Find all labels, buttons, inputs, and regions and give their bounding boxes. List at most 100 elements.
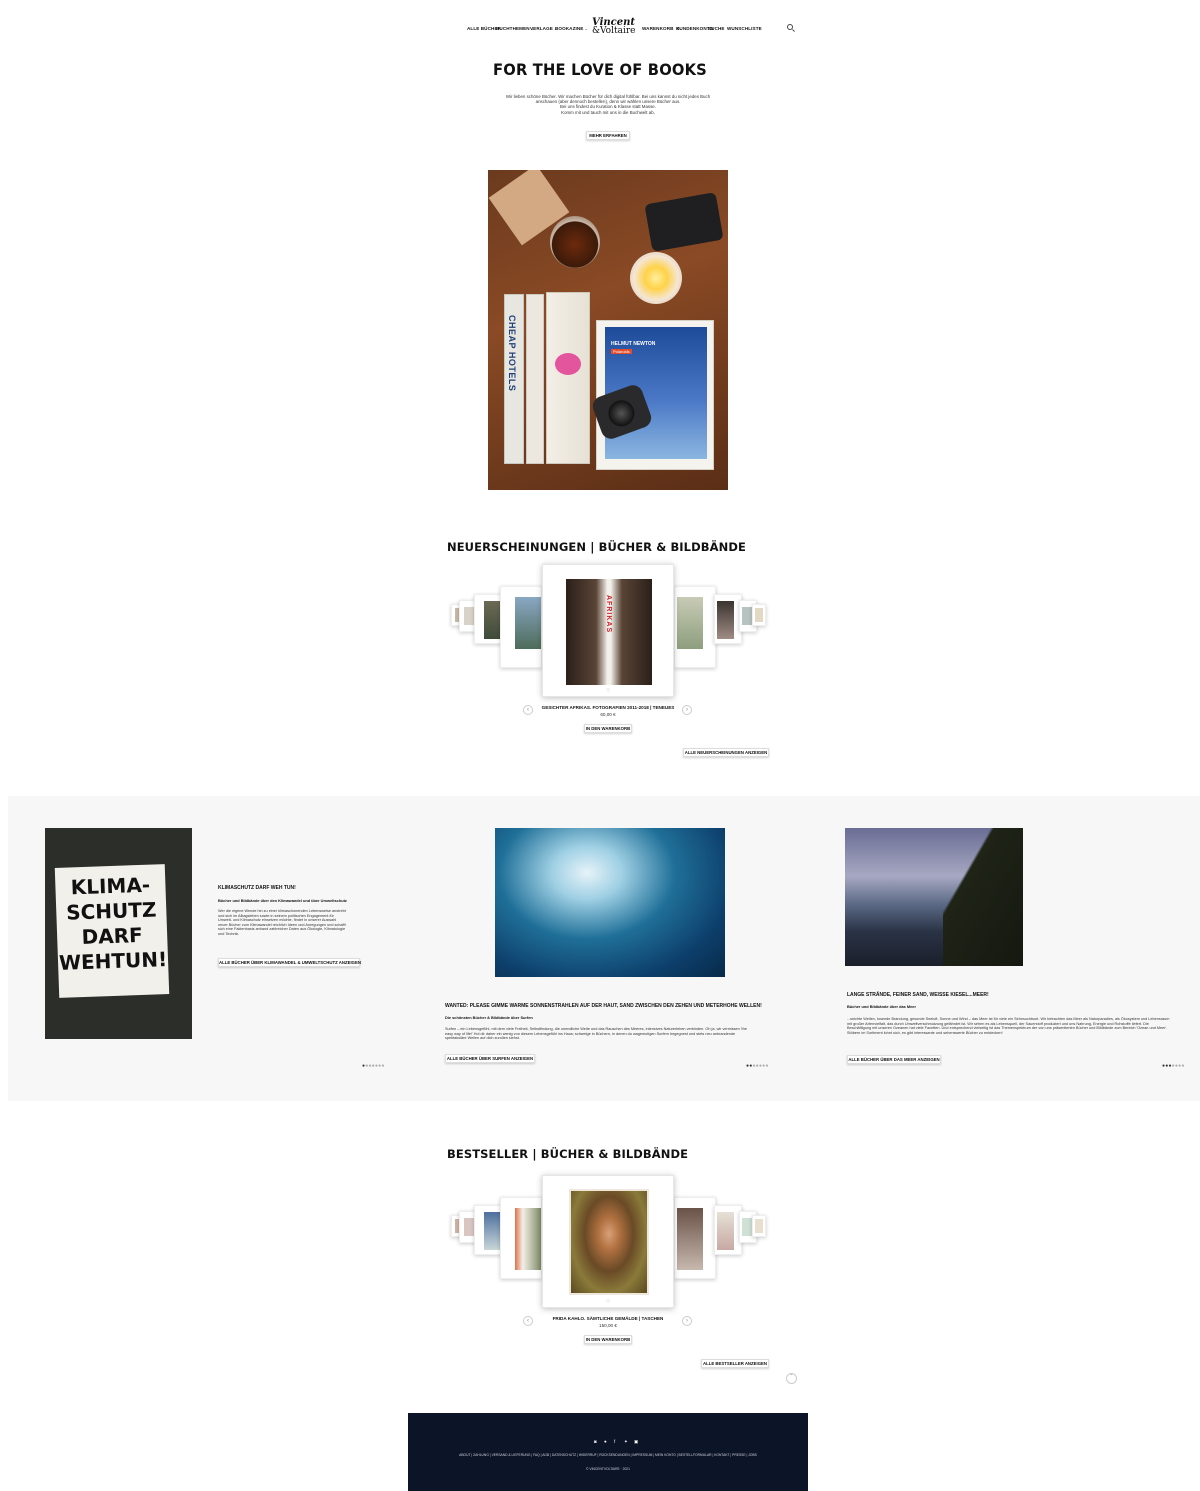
book-cover [515,597,541,649]
book-cover-frida-kahlo [569,1189,649,1295]
linkedin-icon[interactable]: ▣ [634,1439,638,1445]
book-cover [677,1208,703,1270]
slide-subtitle: Die schönsten Bücher & Bildbände über Su… [445,1015,533,1020]
footer-links[interactable]: ABOUT | ZAHLUNG | VERSAND & LIEFERUNG | … [408,1453,808,1457]
product-name[interactable]: GESICHTER AFRIKAS. FOTOGRAFIEN 2011-2018… [500,705,716,710]
product-price: 150,00 € [599,1323,617,1328]
nav-publishers-label: VERLAGE [530,26,553,31]
footer: ◙ ● f ✦ ▣ ABOUT | ZAHLUNG | VERSAND & LI… [408,1413,808,1491]
slide-image-sea [845,828,1023,966]
book-cover [464,1218,474,1236]
slide-button-sea[interactable]: ALLE BÜCHER ÜBER DAS MEER ANZEIGEN [847,1055,941,1064]
slide-text: Surfen – ein Lebensgefühl, mit dem viele… [445,1027,747,1041]
slider-dots[interactable]: ●●●●●●● [746,1063,769,1069]
coverflow-card[interactable] [500,1197,542,1279]
add-to-cart-button[interactable]: IN DEN WARENKORB [584,724,632,733]
book-cover [742,607,752,625]
scroll-to-top-button[interactable]: ˆ [786,1373,797,1384]
book-spine-text: CHEAP HOTELS [507,315,517,392]
book-cover [484,1212,501,1250]
footer-copyright: © VINCENTVOLTAIRE · 2021 [586,1467,630,1471]
hero-line: Komm mit und tauch mit uns in die Buchwe… [561,109,655,115]
slide-button-surfing[interactable]: ALLE BÜCHER ÜBER SURFEN ANZEIGEN [445,1054,535,1063]
cover-subtitle: Polaroids [611,349,632,354]
nav-book-topics[interactable]: BUCHTHEMEN⌄ [496,26,534,31]
pinterest-icon[interactable]: ● [604,1439,607,1444]
book-spine-cheap-hotels: CHEAP HOTELS [504,294,524,464]
book-spine [526,294,544,464]
search-icon[interactable] [787,24,793,30]
featured-book-card[interactable]: ♡ [542,1175,674,1308]
slide-title: WANTED: PLEASE GIMME WARME SONNENSTRAHLE… [445,1003,762,1009]
slide-text: ...seichte Wellen, tosende Brandung, ges… [847,1017,1170,1035]
slide-text: Wer die eigene Wende hin zu einer klimas… [218,909,346,936]
product-name[interactable]: FRIDA KAHLO. SÄMTLICHE GEMÄLDE | TASCHEN [500,1316,716,1321]
cover-title: HELMUT NEWTON [611,341,656,347]
instagram-icon[interactable]: ◙ [594,1439,597,1444]
coverflow-card[interactable] [674,586,716,668]
book-cover-gesichter-afrikas: AFRIKAS [566,579,652,685]
coverflow-card[interactable] [474,1205,502,1255]
hero-text: Wir lieben schöne Bücher. Wir machen Büc… [450,94,766,115]
book-cover [742,1218,752,1236]
nav-search[interactable]: SUCHE [708,26,725,31]
nav-book-topics-label: BUCHTHEMEN [496,26,530,31]
chevron-down-icon: ⌄ [584,26,588,31]
book-cover [755,1219,763,1233]
candle-shape [630,252,682,304]
logo-line2: &Voltaire [592,26,636,36]
slider-dots[interactable]: ●●●●●●● [1162,1063,1185,1069]
all-new-releases-button[interactable]: ALLE NEUERSCHEINUNGEN ANZEIGEN [683,748,769,757]
product-price: 60,00 € [600,712,616,717]
cover-title: AFRIKAS [605,595,612,634]
nav-bookazine-label: BOOKAZINE [555,26,584,31]
twitter-icon[interactable]: ✦ [624,1439,628,1445]
book-cover [484,601,501,639]
heart-icon[interactable]: ♡ [606,1299,610,1305]
book-cover [515,1208,541,1270]
slide-subtitle: Bücher und Bildbände über den Klimawande… [218,898,347,903]
nav-wishlist[interactable]: WUNSCHLISTE [727,26,762,31]
protest-sign: KLIMA-SCHUTZ DARF WEHTUN! [54,864,170,998]
all-bestsellers-button[interactable]: ALLE BESTSELLER ANZEIGEN [701,1359,769,1368]
book-cover [717,1212,734,1250]
slider-dots[interactable]: ●●●●●●● [362,1063,385,1069]
main-navigation: ALLE BÜCHER BUCHTHEMEN⌄ VERLAGE⌄ BOOKAZI… [0,18,1200,40]
nav-publishers[interactable]: VERLAGE⌄ [530,26,557,31]
coverflow-card[interactable] [714,1205,742,1255]
site-logo[interactable]: Vincent &Voltaire [592,18,636,36]
book-cover [677,597,703,649]
book-cover [755,608,763,622]
slide-button-klimaschutz[interactable]: ALLE BÜCHER ÜBER KLIMAWANDEL & UMWELTSCH… [218,958,361,967]
coverflow-card[interactable] [500,586,542,668]
nav-cart-label: WARENKORB [642,26,674,31]
phone-shape [644,192,724,252]
coverflow-card[interactable] [752,1215,766,1237]
book-cover [717,601,734,639]
new-releases-title: NEUERSCHEINUNGEN | BÜCHER & BILDBÄNDE [447,540,746,554]
book-cover [464,607,474,625]
cliff-shape [943,828,1023,966]
slide-subtitle: Bücher und Bildbände über das Meer [847,1004,916,1009]
slide-image-surfing [495,828,725,977]
featured-book-card[interactable]: AFRIKAS ♡ [542,564,674,697]
coverflow-card[interactable] [674,1197,716,1279]
coverflow-card[interactable] [474,594,502,644]
heart-icon[interactable]: ♡ [606,688,610,694]
facebook-icon[interactable]: f [614,1439,615,1444]
slide-title: LANGE STRÄNDE, FEINER SAND, WEISSE KIESE… [847,992,989,998]
nav-cart[interactable]: WARENKORB 0 [642,26,680,31]
more-info-button[interactable]: MEHR ERFAHREN [586,131,630,140]
coverflow-card[interactable] [714,594,742,644]
add-to-cart-button[interactable]: IN DEN WARENKORB [584,1335,632,1344]
coverflow-card[interactable] [752,604,766,626]
pink-splash [555,353,581,375]
nav-bookazine[interactable]: BOOKAZINE⌄ [555,26,588,31]
hero-title: FOR THE LOVE OF BOOKS [493,60,707,79]
slide-image-klimaschutz: KLIMA-SCHUTZ DARF WEHTUN! [45,828,192,1039]
bestseller-title: BESTSELLER | BÜCHER & BILDBÄNDE [447,1147,689,1161]
glass-shape [550,216,600,268]
hero-photo: CHEAP HOTELS HELMUT NEWTON Polaroids [488,170,728,490]
slide-title: KLIMASCHUTZ DARF WEH TUN! [218,885,296,891]
book-spine-illustration [546,292,590,464]
